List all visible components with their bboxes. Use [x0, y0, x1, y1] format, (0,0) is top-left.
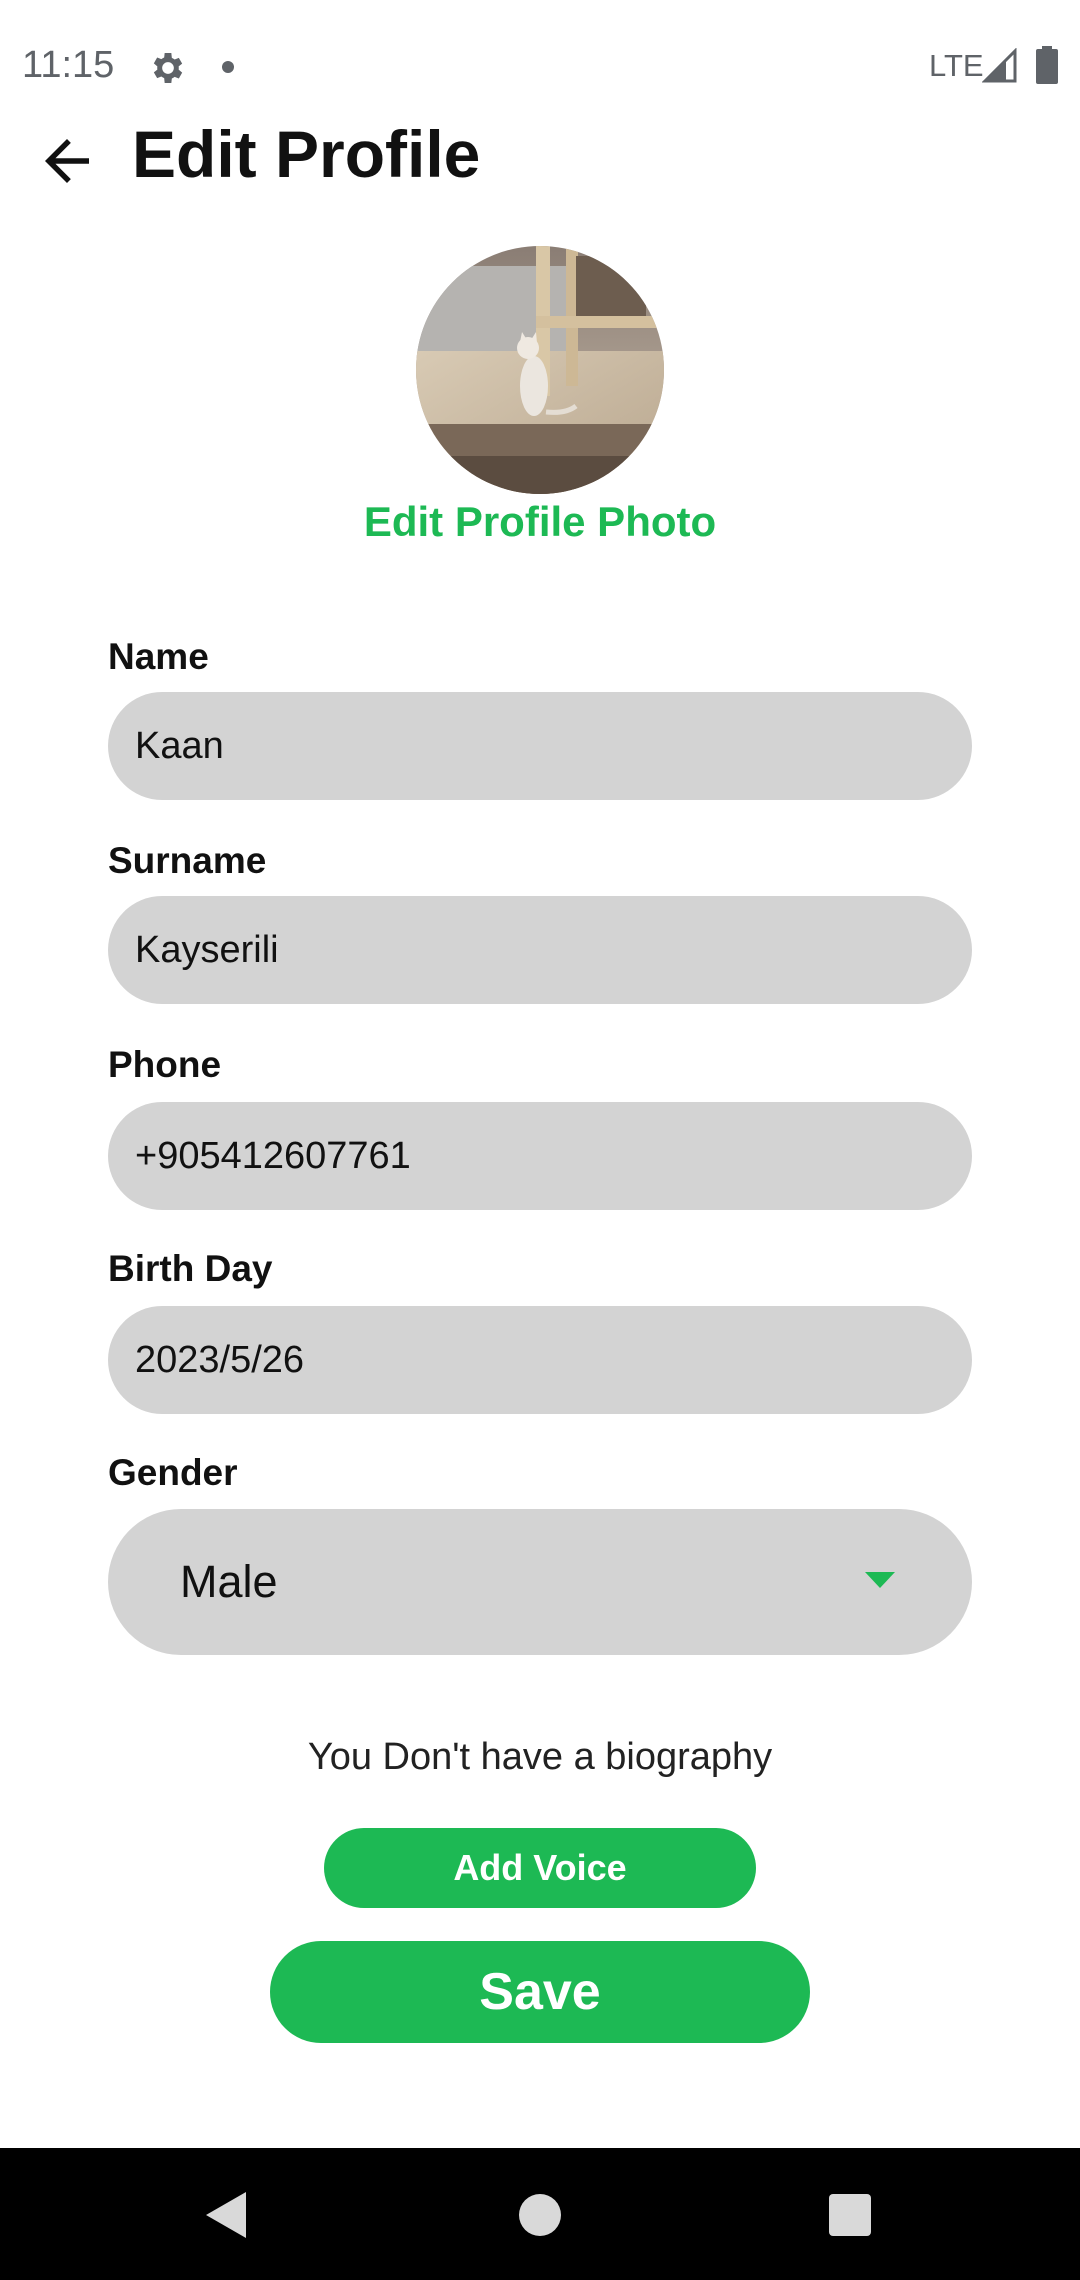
dropdown-caret-icon[interactable] — [865, 1572, 895, 1588]
phone-label: Phone — [108, 1044, 222, 1085]
profile-avatar[interactable] — [416, 246, 664, 494]
signal-icon — [982, 48, 1017, 83]
surname-label: Surname — [108, 840, 267, 881]
avatar-photo — [416, 246, 664, 494]
notification-dot-icon — [222, 61, 234, 73]
surname-field[interactable]: Kayserili — [108, 896, 972, 1004]
birthday-label: Birth Day — [108, 1248, 273, 1289]
name-label: Name — [108, 636, 209, 677]
add-voice-button[interactable]: Add Voice — [324, 1828, 756, 1908]
biography-status: You Don't have a biography — [307, 1736, 773, 1778]
gender-selected-value: Male — [180, 1556, 278, 1607]
save-button[interactable]: Save — [270, 1941, 810, 2043]
page-title: Edit Profile — [132, 117, 481, 191]
nav-back-icon[interactable] — [202, 2190, 248, 2240]
back-arrow-icon[interactable] — [34, 128, 100, 194]
gear-icon — [153, 53, 183, 83]
birthday-field[interactable]: 2023/5/26 — [108, 1306, 972, 1414]
nav-recents-icon[interactable] — [829, 2194, 871, 2236]
phone-field[interactable]: +905412607761 — [108, 1102, 972, 1210]
edit-profile-photo-link[interactable]: Edit Profile Photo — [0, 498, 1080, 546]
nav-home-icon[interactable] — [519, 2194, 561, 2236]
gender-select[interactable]: Male — [108, 1509, 972, 1655]
network-type: LTE — [929, 48, 984, 83]
battery-icon — [1036, 46, 1058, 84]
gender-label: Gender — [108, 1452, 238, 1493]
name-field[interactable]: Kaan — [108, 692, 972, 800]
status-time: 11:15 — [22, 44, 115, 86]
